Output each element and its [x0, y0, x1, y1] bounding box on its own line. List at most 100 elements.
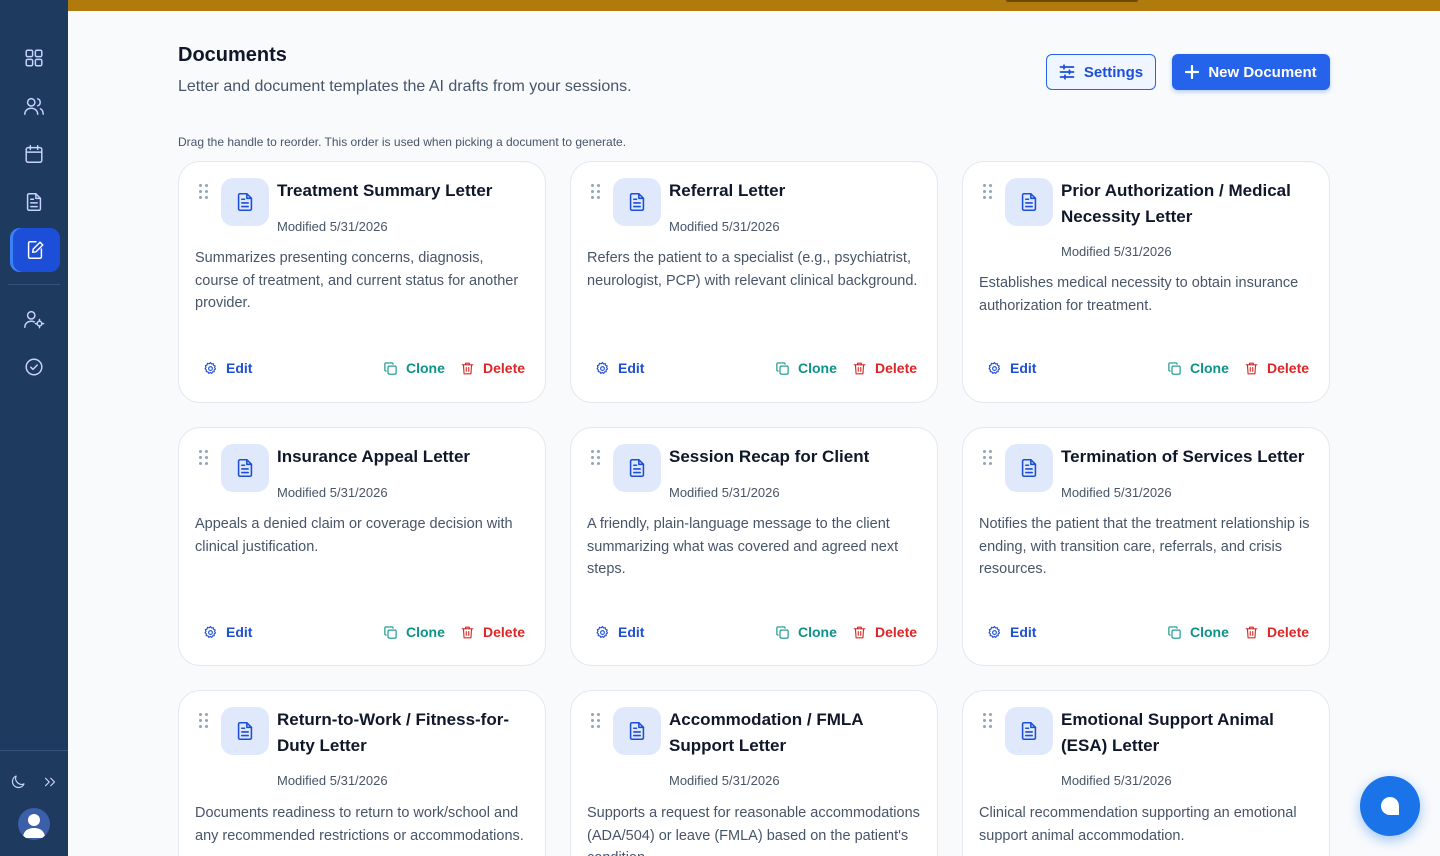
file-text-icon: [1021, 192, 1037, 212]
chat-launcher-button[interactable]: [1360, 776, 1420, 836]
sidebar-footer-divider: [0, 750, 68, 751]
file-text-icon: [237, 458, 253, 478]
document-title: Termination of Services Letter: [1061, 447, 1305, 466]
document-title: Return-to-Work / Fitness-for-Duty Letter: [277, 710, 510, 755]
chat-bubble-icon: [1381, 797, 1399, 815]
banner-handle: [1006, 0, 1138, 2]
gear-icon: [596, 625, 609, 638]
clone-label: Clone: [798, 360, 837, 376]
top-banner: [68, 0, 1440, 11]
document-modified-date: Modified 5/31/2026: [1061, 244, 1172, 259]
document-icon-tile: [613, 444, 661, 492]
document-card[interactable]: Prior Authorization / Medical Necessity …: [962, 161, 1330, 403]
file-text-icon: [237, 192, 253, 212]
document-card[interactable]: Return-to-Work / Fitness-for-Duty Letter…: [178, 690, 546, 856]
document-title: Prior Authorization / Medical Necessity …: [1061, 181, 1291, 226]
users-icon: [24, 97, 44, 115]
sliders-icon: [1059, 64, 1075, 80]
document-icon-tile: [221, 178, 269, 226]
sidebar-item-notes[interactable]: [12, 182, 56, 222]
document-description: Summarizes presenting concerns, diagnosi…: [195, 250, 519, 311]
document-card[interactable]: Accommodation / FMLA Support Letter Modif…: [570, 690, 938, 856]
sidebar-item-user-settings[interactable]: [12, 299, 56, 339]
delete-button[interactable]: Delete: [460, 624, 525, 640]
edit-label: Edit: [226, 624, 253, 640]
sidebar-item-tasks[interactable]: [12, 347, 56, 387]
avatar[interactable]: [18, 808, 50, 840]
document-modified-date: Modified 5/31/2026: [277, 219, 388, 234]
edit-button[interactable]: Edit: [203, 360, 252, 376]
new-document-button[interactable]: New Document: [1172, 54, 1330, 90]
delete-label: Delete: [1267, 360, 1310, 376]
edit-button[interactable]: Edit: [987, 624, 1036, 640]
moon-icon: [11, 775, 25, 789]
sidebar-item-documents[interactable]: [10, 228, 60, 272]
sidebar-expand-button[interactable]: [40, 772, 60, 792]
file-text-icon: [1021, 458, 1037, 478]
gear-icon: [204, 361, 217, 374]
document-description: Refers the patient to a specialist (e.g.…: [587, 250, 918, 289]
document-card[interactable]: Session Recap for Client Modified 5/31/20…: [570, 427, 938, 666]
new-document-button-label: New Document: [1208, 63, 1317, 81]
clone-label: Clone: [1190, 360, 1229, 376]
document-card[interactable]: Treatment Summary Letter Modified 5/31/20…: [178, 161, 546, 403]
sidebar-item-dashboard[interactable]: [12, 38, 56, 78]
copy-icon: [384, 361, 397, 375]
drag-handle-icon[interactable]: [591, 184, 601, 200]
sidebar: [0, 0, 68, 856]
drag-handle-icon[interactable]: [591, 713, 601, 729]
edit-button[interactable]: Edit: [595, 360, 644, 376]
document-card[interactable]: Termination of Services Letter Modified 5…: [962, 427, 1330, 666]
calendar-icon: [25, 145, 43, 163]
document-icon-tile: [1005, 444, 1053, 492]
document-icon-tile: [221, 444, 269, 492]
clone-button[interactable]: Clone: [383, 360, 445, 376]
file-text-icon: [629, 721, 645, 741]
clone-button[interactable]: Clone: [1167, 624, 1229, 640]
clone-button[interactable]: Clone: [383, 624, 445, 640]
document-card[interactable]: Emotional Support Animal (ESA) Letter Mod…: [962, 690, 1330, 856]
document-icon-tile: [613, 178, 661, 226]
copy-icon: [776, 625, 789, 639]
edit-button[interactable]: Edit: [203, 624, 252, 640]
delete-button[interactable]: Delete: [1244, 624, 1309, 640]
user-settings-icon: [24, 310, 45, 329]
delete-button[interactable]: Delete: [460, 360, 525, 376]
clone-button[interactable]: Clone: [775, 360, 837, 376]
document-card[interactable]: Referral Letter Modified 5/31/2026 Refers …: [570, 161, 938, 403]
clone-button[interactable]: Clone: [1167, 360, 1229, 376]
drag-handle-icon[interactable]: [983, 184, 993, 200]
document-icon-tile: [1005, 178, 1053, 226]
delete-label: Delete: [483, 360, 526, 376]
settings-button[interactable]: Settings: [1046, 54, 1156, 90]
drag-handle-icon[interactable]: [199, 713, 209, 729]
delete-label: Delete: [1267, 624, 1310, 640]
edit-button[interactable]: Edit: [987, 360, 1036, 376]
drag-handle-icon[interactable]: [983, 713, 993, 729]
edit-label: Edit: [1010, 360, 1037, 376]
clone-button[interactable]: Clone: [775, 624, 837, 640]
document-description: Notifies the patient that the treatment …: [979, 516, 1310, 577]
document-card[interactable]: Insurance Appeal Letter Modified 5/31/202…: [178, 427, 546, 666]
delete-button[interactable]: Delete: [1244, 360, 1309, 376]
file-text-icon: [629, 458, 645, 478]
gear-icon: [596, 361, 609, 374]
delete-button[interactable]: Delete: [852, 624, 917, 640]
drag-handle-icon[interactable]: [591, 450, 601, 466]
document-icon-tile: [221, 707, 269, 755]
edit-button[interactable]: Edit: [595, 624, 644, 640]
copy-icon: [776, 361, 789, 375]
copy-icon: [1168, 361, 1181, 375]
document-description: Documents readiness to return to work/sc…: [195, 805, 524, 844]
sidebar-item-clients[interactable]: [12, 86, 56, 126]
delete-label: Delete: [875, 624, 918, 640]
drag-handle-icon[interactable]: [199, 450, 209, 466]
check-circle-icon: [25, 358, 43, 376]
document-modified-date: Modified 5/31/2026: [1061, 773, 1172, 788]
clone-label: Clone: [798, 624, 837, 640]
theme-toggle[interactable]: [8, 772, 28, 792]
sidebar-item-calendar[interactable]: [12, 134, 56, 174]
delete-button[interactable]: Delete: [852, 360, 917, 376]
drag-handle-icon[interactable]: [199, 184, 209, 200]
drag-handle-icon[interactable]: [983, 450, 993, 466]
